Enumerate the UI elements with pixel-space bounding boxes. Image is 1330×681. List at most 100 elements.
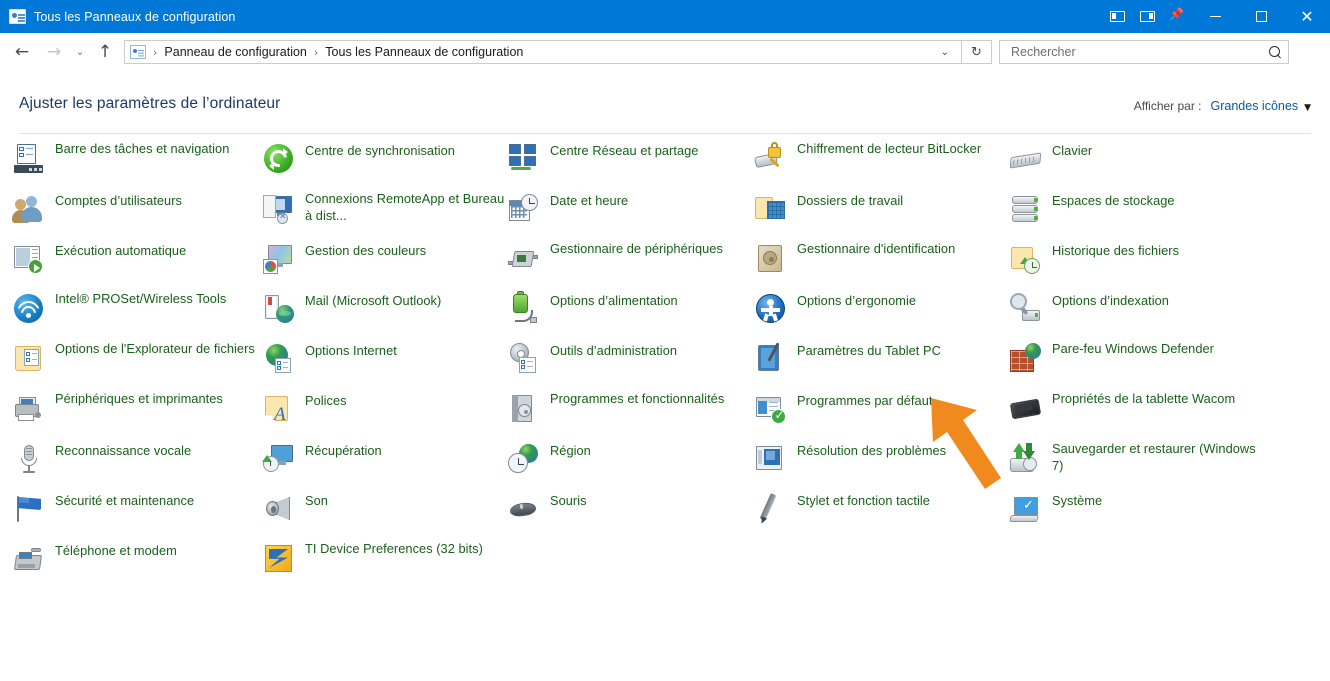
control-panel-item[interactable]: Son xyxy=(263,489,513,539)
control-panel-item[interactable]: Programmes et fonctionnalités xyxy=(508,389,758,439)
search-input[interactable] xyxy=(1009,44,1265,60)
chevron-down-icon[interactable]: ⌄ xyxy=(933,47,957,58)
control-panel-item-label[interactable]: Gestion des couleurs xyxy=(305,239,426,260)
control-panel-item[interactable]: Gestionnaire d'identification xyxy=(755,239,1005,289)
control-panel-item-label[interactable]: Récupération xyxy=(305,439,382,460)
recent-locations-button[interactable]: ⌄ xyxy=(70,37,90,67)
control-panel-item-label[interactable]: Exécution automatique xyxy=(55,239,186,260)
control-panel-item[interactable]: Intel® PROSet/Wireless Tools xyxy=(13,289,263,339)
control-panel-item-label[interactable]: Espaces de stockage xyxy=(1052,189,1175,210)
control-panel-item[interactable]: Gestionnaire de périphériques xyxy=(508,239,758,289)
control-panel-item-label[interactable]: Centre de synchronisation xyxy=(305,139,455,160)
control-panel-item-label[interactable]: Paramètres du Tablet PC xyxy=(797,339,941,360)
control-panel-item-label[interactable]: Options d’ergonomie xyxy=(797,289,916,310)
control-panel-item-label[interactable]: Intel® PROSet/Wireless Tools xyxy=(55,289,226,308)
control-panel-item[interactable]: Mail (Microsoft Outlook) xyxy=(263,289,513,339)
control-panel-item[interactable]: Outils d’administration xyxy=(508,339,758,389)
control-panel-item-label[interactable]: Options de l'Explorateur de fichiers xyxy=(55,339,255,358)
control-panel-item-label[interactable]: Options Internet xyxy=(305,339,397,360)
control-panel-item-label[interactable]: Clavier xyxy=(1052,139,1092,160)
control-panel-item[interactable]: Options Internet xyxy=(263,339,513,389)
control-panel-item[interactable]: Système xyxy=(1009,489,1260,539)
control-panel-item[interactable]: Région xyxy=(508,439,758,489)
dock-right-icon[interactable] xyxy=(1132,0,1162,33)
control-panel-item-label[interactable]: TI Device Preferences (32 bits) xyxy=(305,539,483,558)
control-panel-item-label[interactable]: Sauvegarder et restaurer (Windows 7) xyxy=(1052,439,1260,474)
control-panel-item-label[interactable]: Gestionnaire de périphériques xyxy=(550,239,723,258)
control-panel-item[interactable]: Historique des fichiers xyxy=(1010,239,1260,289)
control-panel-item[interactable]: Paramètres du Tablet PC xyxy=(755,339,1005,389)
refresh-button[interactable]: ↻ xyxy=(962,40,992,64)
control-panel-item[interactable]: Récupération xyxy=(262,439,513,489)
control-panel-item[interactable]: Souris xyxy=(508,489,758,539)
control-panel-item[interactable]: Connexions RemoteApp et Bureau à dist... xyxy=(263,189,513,239)
maximize-button[interactable] xyxy=(1238,0,1284,33)
control-panel-item[interactable]: Stylet et fonction tactile xyxy=(755,489,1005,539)
control-panel-item[interactable]: Date et heure xyxy=(508,189,758,239)
control-panel-item-label[interactable]: Dossiers de travail xyxy=(797,189,903,210)
control-panel-item[interactable]: Pare-feu Windows Defender xyxy=(1010,339,1260,389)
control-panel-item[interactable]: Reconnaissance vocale xyxy=(13,439,263,489)
minimize-button[interactable] xyxy=(1192,0,1238,33)
control-panel-item-label[interactable]: Comptes d’utilisateurs xyxy=(55,189,182,210)
dock-left-icon[interactable] xyxy=(1102,0,1132,33)
view-by-value[interactable]: Grandes icônes xyxy=(1211,99,1299,113)
control-panel-item-label[interactable]: Barre des tâches et navigation xyxy=(55,139,229,158)
control-panel-item-label[interactable]: Stylet et fonction tactile xyxy=(797,489,930,510)
control-panel-item-label[interactable]: Historique des fichiers xyxy=(1052,239,1179,260)
control-panel-item-label[interactable]: Système xyxy=(1052,489,1102,510)
control-panel-item[interactable]: A Polices xyxy=(263,389,513,439)
control-panel-item[interactable]: Options d’indexation xyxy=(1010,289,1260,339)
control-panel-item[interactable]: Périphériques et imprimantes xyxy=(13,389,263,439)
breadcrumb-item-all-control-panel-items[interactable]: Tous les Panneaux de configuration xyxy=(325,45,523,59)
search-box[interactable] xyxy=(999,40,1289,64)
control-panel-item[interactable]: Exécution automatique xyxy=(13,239,263,289)
control-panel-item[interactable]: Sauvegarder et restaurer (Windows 7) xyxy=(1010,439,1260,489)
control-panel-item-label[interactable]: Périphériques et imprimantes xyxy=(55,389,223,408)
control-panel-item[interactable]: Gestion des couleurs xyxy=(263,239,513,289)
control-panel-item[interactable]: Propriétés de la tablette Wacom xyxy=(1009,389,1260,439)
control-panel-item-label[interactable]: Reconnaissance vocale xyxy=(55,439,191,460)
control-panel-item[interactable]: Options d’ergonomie xyxy=(755,289,1005,339)
control-panel-item-label[interactable]: Connexions RemoteApp et Bureau à dist... xyxy=(305,189,513,224)
control-panel-item-label[interactable]: Programmes par défaut xyxy=(797,389,932,410)
control-panel-item-label[interactable]: Polices xyxy=(305,389,347,410)
control-panel-item-label[interactable]: Centre Réseau et partage xyxy=(550,139,698,160)
control-panel-item[interactable]: TI Device Preferences (32 bits) xyxy=(263,539,513,589)
forward-button[interactable]: → xyxy=(38,37,70,67)
control-panel-item-label[interactable]: Résolution des problèmes xyxy=(797,439,946,460)
control-panel-item-label[interactable]: Options d’alimentation xyxy=(550,289,678,310)
control-panel-item-label[interactable]: Son xyxy=(305,489,328,510)
chevron-down-icon[interactable]: ▼ xyxy=(1304,103,1311,113)
control-panel-item-label[interactable]: Propriétés de la tablette Wacom xyxy=(1052,389,1235,408)
control-panel-item[interactable]: Centre Réseau et partage xyxy=(508,139,758,189)
pin-icon[interactable] xyxy=(1162,0,1192,33)
control-panel-item[interactable]: Options d’alimentation xyxy=(508,289,758,339)
control-panel-item[interactable]: Chiffrement de lecteur BitLocker xyxy=(754,139,1005,189)
control-panel-item-label[interactable]: Région xyxy=(550,439,591,460)
control-panel-item-label[interactable]: Souris xyxy=(550,489,587,510)
control-panel-item[interactable]: Clavier xyxy=(1009,139,1260,189)
control-panel-item[interactable]: Dossiers de travail xyxy=(755,189,1005,239)
control-panel-item-label[interactable]: Outils d’administration xyxy=(550,339,677,360)
control-panel-item[interactable]: Résolution des problèmes xyxy=(755,439,1005,489)
control-panel-item-label[interactable]: Date et heure xyxy=(550,189,628,210)
back-button[interactable]: ← xyxy=(6,37,38,67)
control-panel-item-label[interactable]: Programmes et fonctionnalités xyxy=(550,389,724,408)
close-button[interactable]: ✕ xyxy=(1284,0,1330,33)
control-panel-item-label[interactable]: Chiffrement de lecteur BitLocker xyxy=(797,139,981,158)
control-panel-item-label[interactable]: Sécurité et maintenance xyxy=(55,489,194,510)
control-panel-item-label[interactable]: Téléphone et modem xyxy=(55,539,177,560)
control-panel-item[interactable]: Programmes par défaut xyxy=(755,389,1005,439)
up-button[interactable]: ↑ xyxy=(90,37,120,67)
control-panel-item-label[interactable]: Options d’indexation xyxy=(1052,289,1169,310)
control-panel-item-label[interactable]: Pare-feu Windows Defender xyxy=(1052,339,1214,358)
breadcrumb[interactable]: › Panneau de configuration › Tous les Pa… xyxy=(124,40,962,64)
control-panel-item-label[interactable]: Gestionnaire d'identification xyxy=(797,239,955,258)
breadcrumb-item-control-panel[interactable]: Panneau de configuration xyxy=(164,45,306,59)
control-panel-item[interactable]: Barre des tâches et navigation xyxy=(13,139,263,189)
control-panel-item[interactable]: Options de l'Explorateur de fichiers xyxy=(13,339,263,389)
control-panel-item[interactable]: Téléphone et modem xyxy=(13,539,263,589)
control-panel-item[interactable]: Sécurité et maintenance xyxy=(13,489,263,539)
control-panel-item[interactable]: Espaces de stockage xyxy=(1010,189,1260,239)
